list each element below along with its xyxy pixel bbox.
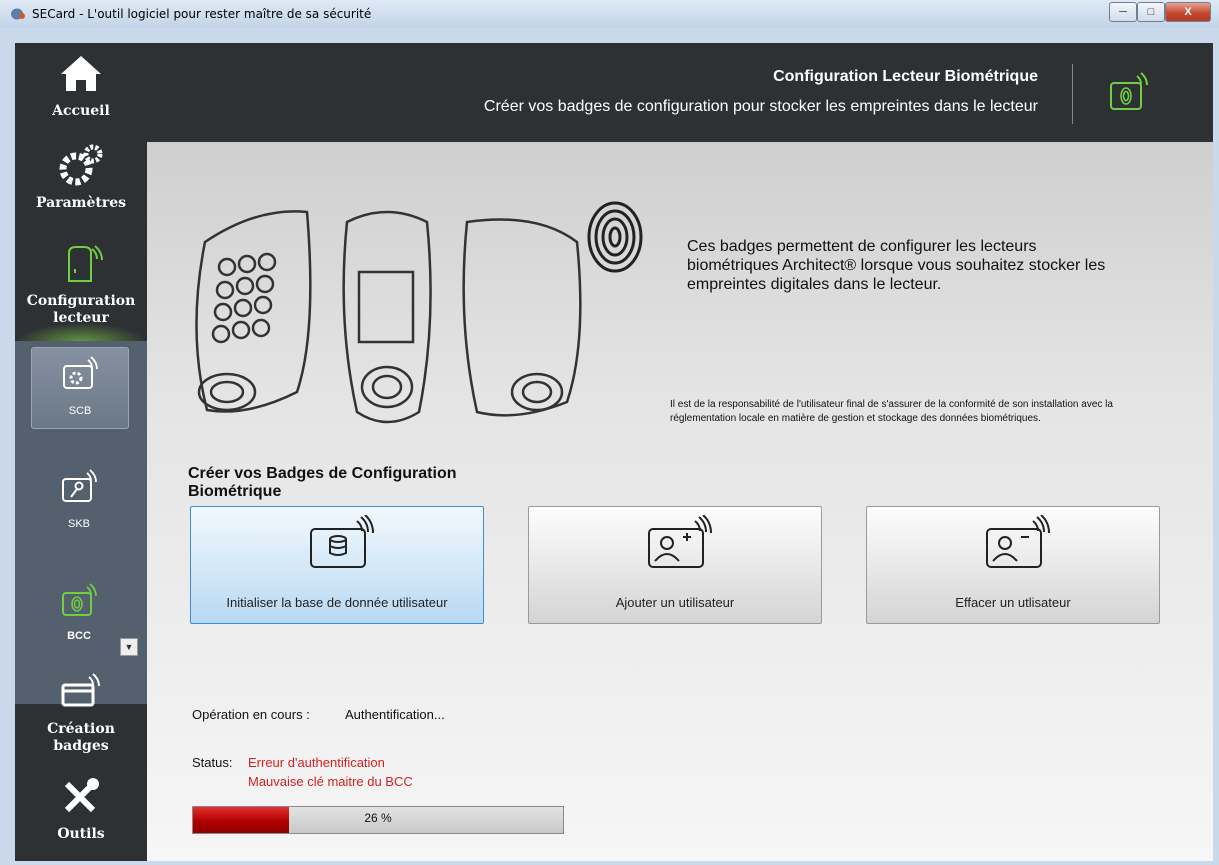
nav-settings-label: Paramètres: [35, 195, 127, 211]
home-icon: [61, 56, 101, 91]
legal-notice: Il est de la responsabilité de l'utilisa…: [670, 399, 1113, 424]
nav-settings[interactable]: Paramètres: [15, 143, 147, 223]
sub-item-skb[interactable]: SKB: [31, 461, 127, 541]
nav-tools-label: Outils: [57, 826, 105, 842]
gears-icon: [59, 144, 103, 186]
page-header: Configuration Lecteur Biométrique Créer …: [147, 43, 1213, 142]
section-title: Créer vos Badges de Configuration Biomét…: [188, 465, 457, 500]
app-logo-icon: [11, 8, 25, 20]
add-user-label: Ajouter un utilisateur: [615, 595, 735, 610]
progress-bar: 26 %: [192, 806, 564, 834]
card-fingerprint-icon: [1110, 72, 1148, 110]
status-label: Status:: [192, 755, 233, 770]
close-button[interactable]: X: [1165, 2, 1211, 22]
nav-home-label: Accueil: [52, 103, 110, 119]
page-subtitle: Créer vos badges de configuration pour s…: [483, 98, 1038, 115]
sidebar: Accueil Paramètres Configuration lecteur: [15, 43, 147, 861]
sub-item-scb[interactable]: SCB: [31, 347, 129, 429]
reader-icon: [68, 245, 103, 282]
add-user-card-icon: [648, 515, 712, 568]
window-title: SECard - L'outil logiciel pour rester ma…: [32, 7, 372, 21]
nav-reader-config-label: Configuration lecteur: [26, 293, 136, 326]
database-card-icon: [310, 515, 374, 568]
status-error-line-2: Mauvaise clé maitre du BCC: [248, 774, 413, 789]
init-database-label: Initialiser la base de donnée utilisateu…: [226, 595, 448, 610]
nav-badge-creation[interactable]: Création badges: [15, 673, 147, 763]
nav-home[interactable]: Accueil: [15, 51, 147, 131]
nav-badge-creation-label: Création badges: [47, 721, 115, 754]
main-content: Ces badges permettent de configurer les …: [147, 142, 1213, 861]
card-gear-icon: [63, 356, 98, 389]
nav-tools[interactable]: Outils: [15, 776, 147, 856]
card-key-icon: [62, 469, 97, 502]
tools-icon: [64, 778, 99, 813]
scroll-down-button[interactable]: ▼: [120, 638, 138, 656]
card-reader-icon: [61, 673, 100, 707]
sub-item-bcc-label: BCC: [67, 630, 91, 642]
title-bar: SECard - L'outil logiciel pour rester ma…: [0, 0, 1219, 28]
operation-value: Authentification...: [345, 707, 445, 722]
app-window: SECard - L'outil logiciel pour rester ma…: [0, 0, 1219, 865]
minimize-button[interactable]: ─: [1109, 2, 1137, 22]
card-fingerprint-icon: [62, 583, 97, 616]
sub-item-bcc[interactable]: BCC: [31, 575, 127, 655]
operation-label: Opération en cours :: [192, 707, 310, 722]
remove-user-card-icon: [986, 515, 1050, 568]
biometric-readers-illustration: [195, 201, 643, 424]
description-text: Ces badges permettent de configurer les …: [687, 238, 1106, 293]
page-title: Configuration Lecteur Biométrique: [773, 68, 1038, 85]
maximize-button[interactable]: □: [1137, 2, 1165, 22]
progress-text: 26 %: [364, 811, 392, 825]
add-user-button[interactable]: Ajouter un utilisateur: [528, 506, 822, 624]
status-error-line-1: Erreur d'authentification: [248, 755, 385, 770]
active-glow: [15, 323, 147, 343]
remove-user-button[interactable]: Effacer un utlisateur: [866, 506, 1160, 624]
reader-sub-panel: SCB SKB BCC ▼: [15, 341, 147, 704]
sub-item-skb-label: SKB: [67, 518, 90, 530]
header-divider: [1072, 64, 1073, 124]
sub-item-scb-label: SCB: [68, 405, 92, 417]
init-database-button[interactable]: Initialiser la base de donnée utilisateu…: [190, 506, 484, 624]
remove-user-label: Effacer un utlisateur: [955, 595, 1071, 610]
